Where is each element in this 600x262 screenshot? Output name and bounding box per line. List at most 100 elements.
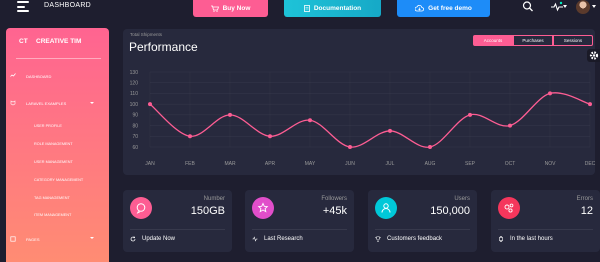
pages-icon [10, 236, 16, 242]
sidebar-item-label: LARAVEL EXAMPLES [26, 100, 67, 106]
menu-toggle-icon[interactable] [17, 1, 29, 13]
stat-footer[interactable]: In the last hours [498, 236, 553, 242]
performance-line-chart: 60 70 80 90 100 110 120 130 JAN FEB MAR APR MAY JUN JU… [130, 70, 595, 167]
x-tick-label: DEC [585, 161, 595, 167]
sound-wave-icon [252, 236, 258, 242]
search-icon[interactable] [521, 0, 535, 14]
page-title[interactable]: DASHBOARD [44, 2, 91, 9]
data-point [428, 145, 432, 149]
stat-footer[interactable]: Customers feedback [375, 236, 442, 242]
profile-caret-icon[interactable] [592, 5, 596, 8]
sidebar-logo-name[interactable]: CREATIVE TIM [36, 38, 81, 45]
stat-footer[interactable]: Last Research [252, 236, 303, 242]
stat-footer-label: Customers feedback [387, 236, 443, 242]
buy-now-button[interactable]: Buy Now [193, 0, 268, 17]
stat-footer-label: Update Now [142, 236, 176, 242]
stat-label: Followers [321, 196, 347, 202]
avatar[interactable] [576, 0, 590, 14]
sidebar-item-laravel-examples[interactable]: LARAVEL EXAMPLES [10, 100, 66, 106]
top-navbar: DASHBOARD Buy Now Documentation Get free… [0, 0, 600, 22]
stat-divider [130, 229, 225, 230]
sidebar-item-item-management[interactable]: ITEM MANAGEMENT [34, 213, 71, 217]
sidebar-item-label: CATEGORY MANAGEMENT [34, 178, 84, 182]
sidebar-item-label: USER PROFILE [34, 124, 62, 128]
cart-icon [210, 5, 219, 12]
documentation-button[interactable]: Documentation [284, 0, 381, 17]
stat-label: Users [454, 196, 470, 202]
stat-card-errors: Errors 12 In the last hours [491, 190, 600, 252]
series-line [149, 92, 591, 148]
data-point [508, 123, 512, 128]
sidebar-item-tag-management[interactable]: TAG MANAGEMENT [34, 196, 70, 200]
stat-card-followers: Followers +45k Last Research [245, 190, 354, 252]
sidebar-divider [16, 58, 101, 59]
document-icon [303, 5, 310, 12]
molecule-icon [498, 197, 520, 219]
sidebar-item-label: TAG MANAGEMENT [34, 196, 70, 200]
dashboard-icon [10, 73, 16, 77]
sidebar-item-label: ROLE MANAGEMENT [34, 142, 73, 146]
settings-gear-icon[interactable] [587, 49, 600, 62]
stat-value: +45k [322, 205, 347, 217]
performance-chart-card: Total Shipments Performance Accounts Pur… [123, 29, 595, 175]
notifications-icon[interactable] [550, 0, 564, 14]
y-tick-label: 110 [130, 91, 138, 97]
watch-icon [498, 236, 504, 242]
y-tick-label: 80 [132, 123, 138, 129]
x-tick-label: FEB [185, 161, 195, 167]
x-tick-label: MAR [224, 161, 236, 167]
y-tick-label: 100 [130, 102, 139, 108]
sidebar-item-user-management[interactable]: USER MANAGEMENT [34, 160, 73, 164]
y-tick-label: 90 [132, 113, 138, 119]
user-icon [375, 197, 397, 219]
data-point [468, 112, 472, 117]
trophy-icon [375, 236, 381, 242]
data-point [228, 112, 232, 117]
pages-expand-icon[interactable] [90, 237, 94, 239]
sidebar-item-category-management[interactable]: CATEGORY MANAGEMENT [34, 178, 83, 182]
chat-icon [130, 197, 152, 219]
sidebar-item-label: PAGES [26, 236, 40, 242]
stat-footer[interactable]: Update Now [130, 236, 175, 242]
documentation-label: Documentation [313, 5, 362, 12]
x-tick-label: MAY [305, 161, 316, 167]
sidebar-logo-mini[interactable]: CT [19, 38, 28, 45]
sidebar-item-dashboard[interactable]: DASHBOARD [10, 73, 51, 79]
stat-label: Number [203, 196, 225, 202]
stat-value: 12 [580, 205, 593, 217]
data-point [348, 145, 352, 149]
free-demo-button[interactable]: Get free demo [397, 0, 490, 17]
stat-label: Errors [576, 196, 593, 202]
data-point [548, 91, 552, 96]
sidebar-item-user-profile[interactable]: USER PROFILE [34, 124, 62, 128]
sidebar-item-role-management[interactable]: ROLE MANAGEMENT [34, 142, 73, 146]
laravel-expand-icon[interactable] [90, 102, 94, 104]
star-icon [252, 197, 274, 219]
sidebar-item-label: USER MANAGEMENT [34, 160, 73, 164]
y-tick-label: 70 [132, 134, 138, 140]
stat-card-users: Users 150,000 Customers feedback [368, 190, 477, 252]
y-tick-label: 130 [130, 70, 139, 76]
free-demo-label: Get free demo [428, 5, 472, 12]
stat-footer-label: In the last hours [510, 236, 553, 242]
data-point [308, 118, 312, 123]
x-tick-label: APR [265, 161, 276, 167]
data-point [148, 102, 152, 107]
stat-footer-label: Last Research [264, 236, 303, 242]
x-tick-label: AUG [425, 161, 436, 167]
x-tick-label: OCT [505, 161, 516, 167]
data-point [388, 128, 392, 133]
stat-divider [252, 229, 347, 230]
sidebar-item-label: ITEM MANAGEMENT [34, 213, 72, 217]
stat-divider [375, 229, 470, 230]
x-tick-label: NOV [545, 161, 557, 167]
refresh-icon [130, 236, 136, 242]
y-tick-label: 120 [130, 81, 139, 87]
stat-value: 150,000 [430, 205, 470, 217]
x-tick-label: JUN [345, 161, 355, 167]
notifications-caret-icon[interactable] [563, 5, 567, 8]
stat-card-number: Number 150GB Update Now [123, 190, 232, 252]
sidebar: CT CREATIVE TIM DASHBOARD LARAVEL EXAMPL… [6, 28, 109, 262]
x-tick-label: JAN [145, 161, 155, 167]
sidebar-item-pages[interactable]: PAGES [10, 236, 40, 242]
